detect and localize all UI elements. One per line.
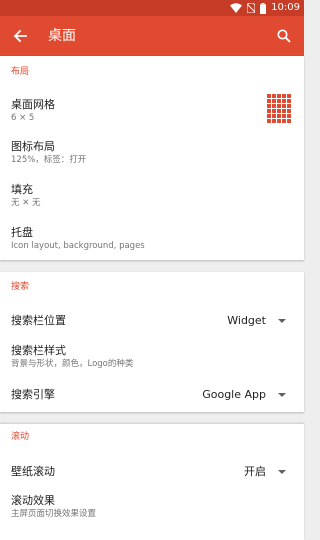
section-header-search: 搜索 <box>11 282 30 292</box>
setting-search-engine[interactable]: 搜索引擎 Google App <box>0 382 304 408</box>
setting-title: 滚动效果 <box>11 494 55 507</box>
dropdown-arrow-icon[interactable] <box>278 470 286 474</box>
back-button[interactable] <box>6 22 34 50</box>
setting-title: 搜索栏位置 <box>11 314 66 327</box>
setting-title: 图标布局 <box>11 140 55 153</box>
search-icon <box>277 29 291 43</box>
setting-desktop-grid[interactable]: 桌面网格 6 × 5 <box>0 88 304 130</box>
setting-subtitle: 125%，标签：打开 <box>11 155 87 165</box>
grid-icon <box>267 94 291 124</box>
setting-search-bar-style[interactable]: 搜索栏样式 背景与形状，颜色，Logo的种类 <box>0 338 304 372</box>
setting-title: 搜索栏样式 <box>11 344 66 357</box>
setting-scroll-effect[interactable]: 滚动效果 主屏页面切换效果设置 <box>0 490 304 524</box>
setting-title: 搜索引擎 <box>11 388 55 401</box>
section-header-scroll: 滚动 <box>11 432 30 442</box>
setting-title: 壁纸滚动 <box>11 465 55 478</box>
setting-subtitle: 背景与形状，颜色，Logo的种类 <box>11 359 134 369</box>
setting-subtitle: 无 ✕ 无 <box>11 198 41 208</box>
section-header-layout: 布局 <box>11 67 30 77</box>
page-title: 桌面 <box>48 28 76 44</box>
wifi-icon <box>230 3 243 13</box>
setting-subtitle: 6 × 5 <box>11 113 35 123</box>
setting-title: 托盘 <box>11 226 33 239</box>
setting-title: 填充 <box>11 183 33 196</box>
setting-value: 开启 <box>244 465 266 478</box>
setting-padding[interactable]: 填充 无 ✕ 无 <box>0 176 304 216</box>
dropdown-arrow-icon[interactable] <box>278 393 286 397</box>
status-time: 10:09 <box>271 2 300 13</box>
setting-drawer[interactable]: 托盘 Icon layout, background, pages <box>0 220 304 260</box>
search-button[interactable] <box>270 22 298 50</box>
no-sim-icon <box>247 3 256 13</box>
setting-subtitle: 主屏页面切换效果设置 <box>11 509 97 519</box>
scroll-section: 滚动 壁纸滚动 开启 滚动效果 主屏页面切换效果设置 <box>0 424 304 540</box>
setting-wallpaper-scroll[interactable]: 壁纸滚动 开启 <box>0 460 304 486</box>
setting-value: Widget <box>227 314 266 327</box>
setting-subtitle: Icon layout, background, pages <box>11 241 145 251</box>
setting-value: Google App <box>202 388 266 401</box>
app-toolbar: 桌面 <box>0 16 304 56</box>
status-bar: 10:09 <box>0 0 304 16</box>
setting-search-bar-position[interactable]: 搜索栏位置 Widget <box>0 308 304 334</box>
layout-section: 布局 桌面网格 6 × 5 图标布局 125%，标签：打开 填充 无 ✕ 无 托… <box>0 56 304 260</box>
dropdown-arrow-icon[interactable] <box>278 319 286 323</box>
search-section: 搜索 搜索栏位置 Widget 搜索栏样式 背景与形状，颜色，Logo的种类 搜… <box>0 272 304 412</box>
status-icons: 10:09 <box>230 2 300 14</box>
setting-title: 桌面网格 <box>11 98 55 111</box>
battery-icon <box>260 2 267 14</box>
arrow-back-icon <box>13 29 27 43</box>
setting-icon-layout[interactable]: 图标布局 125%，标签：打开 <box>0 134 304 174</box>
